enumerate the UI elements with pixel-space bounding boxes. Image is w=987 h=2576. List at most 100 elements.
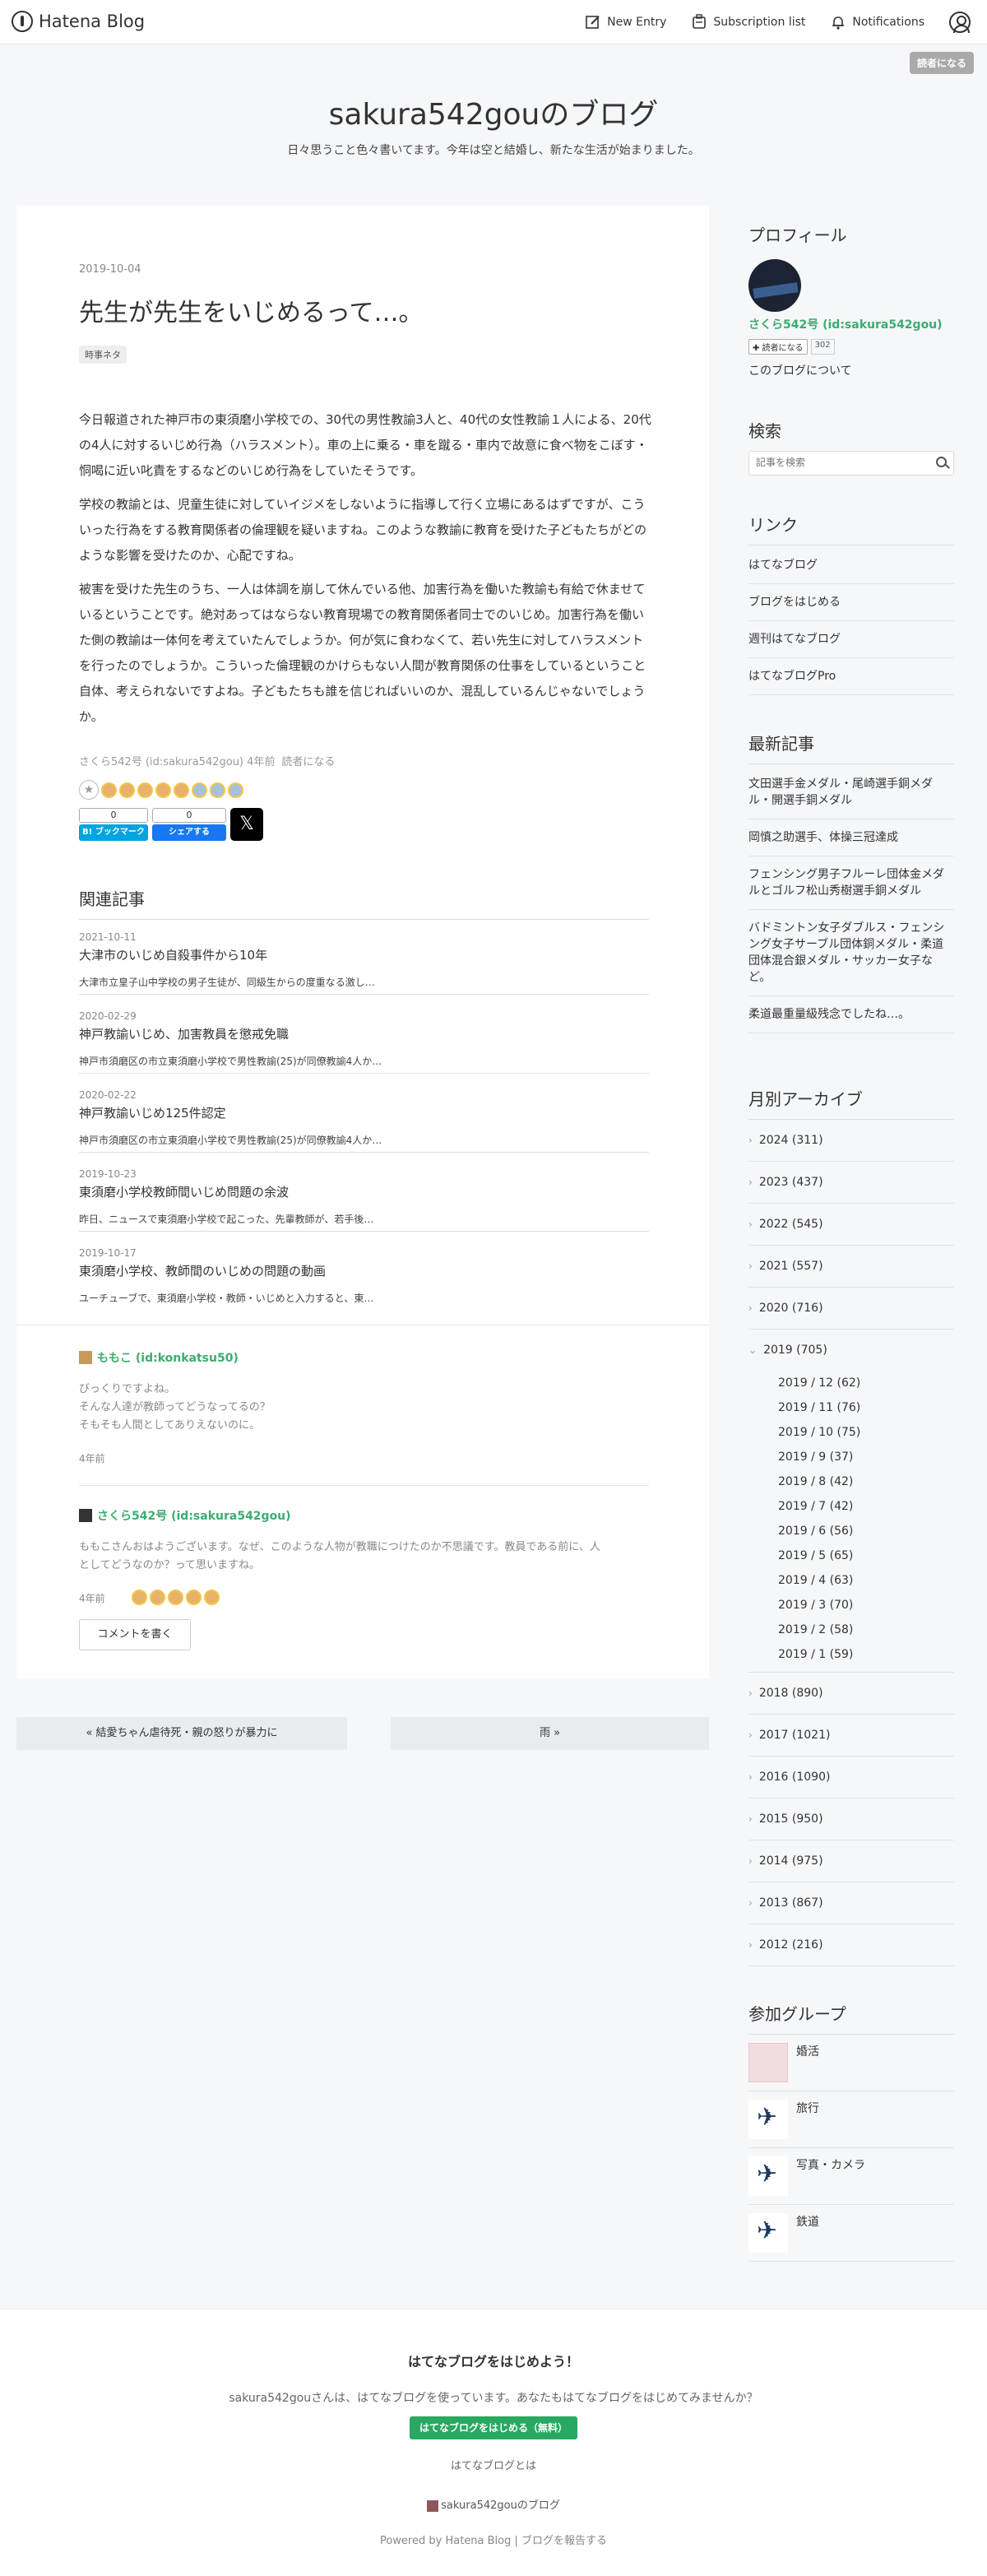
- notifications-link[interactable]: Notifications: [830, 14, 924, 30]
- archive-year[interactable]: › 2016 (1090): [748, 1757, 954, 1799]
- star-avatar[interactable]: [132, 1590, 147, 1605]
- archive-month[interactable]: 2019 / 6 (56): [778, 1525, 853, 1538]
- user-menu-icon[interactable]: [949, 12, 971, 33]
- archive-year[interactable]: › 2014 (975): [748, 1840, 954, 1882]
- new-entry-link[interactable]: New Entry: [585, 14, 666, 30]
- sidebar-link[interactable]: 週刊はてなブログ: [748, 621, 954, 658]
- archive-month[interactable]: 2019 / 4 (63): [778, 1574, 853, 1587]
- archive-year-open[interactable]: ⌄ 2019 (705): [748, 1330, 954, 1372]
- related-title[interactable]: 大津市のいじめ自殺事件から10年: [79, 946, 649, 963]
- archive-month[interactable]: 2019 / 11 (76): [778, 1401, 860, 1414]
- subscribe-button[interactable]: 読者になる: [909, 52, 974, 74]
- group-item[interactable]: 旅行: [748, 2091, 954, 2148]
- star-avatar[interactable]: [186, 1590, 202, 1605]
- comment-author-name[interactable]: ももこ (id:konkatsu50): [97, 1349, 239, 1366]
- archive-month[interactable]: 2019 / 12 (62): [778, 1376, 860, 1390]
- comment-author-name[interactable]: さくら542号 (id:sakura542gou): [97, 1507, 291, 1524]
- related-item[interactable]: 2020-02-29 神戸教諭いじめ、加害教員を懲戒免職 神戸市須磨区の市立東須…: [79, 1010, 649, 1068]
- archive-year-label: 2013 (867): [758, 1896, 823, 1910]
- subscribe-link[interactable]: 読者になる: [281, 753, 335, 768]
- recent-entry[interactable]: フェンシング男子フルーレ団体金メダルとゴルフ松山秀樹選手銅メダル: [748, 856, 954, 910]
- star-avatar[interactable]: [137, 782, 153, 798]
- search-icon[interactable]: [936, 457, 947, 467]
- archive-year[interactable]: › 2021 (557): [748, 1246, 954, 1288]
- recent-entry[interactable]: 柔道最重量級残念でしたね…。: [748, 996, 954, 1033]
- footer-blog-link[interactable]: sakura542gouのブログ: [0, 2496, 987, 2512]
- sidebar-link[interactable]: はてなブログ: [748, 547, 954, 584]
- sidebar-link[interactable]: はてなブログPro: [748, 658, 954, 695]
- star-avatar[interactable]: [150, 1590, 165, 1605]
- footer-blog-name[interactable]: sakura542gouのブログ: [441, 2499, 560, 2512]
- star-avatar[interactable]: [174, 782, 189, 798]
- search-input[interactable]: [749, 452, 922, 473]
- archive-year[interactable]: › 2022 (545): [748, 1204, 954, 1246]
- star-avatar[interactable]: [101, 782, 117, 798]
- related-item[interactable]: 2019-10-23 東須磨小学校教師間いじめ問題の余波 昨日、ニュースで東須磨…: [79, 1168, 649, 1226]
- archive-month[interactable]: 2019 / 8 (42): [778, 1475, 853, 1488]
- star-avatar[interactable]: [228, 782, 243, 798]
- archive-month[interactable]: 2019 / 5 (65): [778, 1549, 853, 1562]
- star-avatar[interactable]: [204, 1590, 220, 1605]
- article-body: 今日報道された神戸市の東須磨小学校での、30代の男性教諭3人と、40代の女性教諭…: [79, 407, 655, 738]
- bell-icon: [832, 16, 845, 30]
- category-tag[interactable]: 時事ネタ: [79, 346, 127, 364]
- star-avatar[interactable]: [155, 782, 171, 798]
- archive-year[interactable]: › 2017 (1021): [748, 1715, 954, 1757]
- related-title[interactable]: 神戸教諭いじめ、加害教員を懲戒免職: [79, 1025, 649, 1042]
- facebook-share-button[interactable]: シェアする: [152, 824, 226, 841]
- archive-month[interactable]: 2019 / 1 (59): [778, 1648, 853, 1661]
- write-comment-button[interactable]: コメントを書く: [79, 1619, 191, 1650]
- archive-year[interactable]: › 2012 (216): [748, 1924, 954, 1966]
- comment-time[interactable]: 4年前: [79, 1451, 655, 1465]
- about-blog-link[interactable]: このブログについて: [748, 362, 852, 378]
- hatena-blog-logo[interactable]: Hatena Blog: [12, 11, 145, 32]
- next-article-link[interactable]: 雨 »: [391, 1717, 709, 1750]
- sidebar-link[interactable]: ブログをはじめる: [748, 584, 954, 621]
- recent-entry[interactable]: 文田選手金メダル・尾崎選手銅メダル・開選手銅メダル: [748, 766, 954, 819]
- profile-subscribe-button[interactable]: ✚ 読者になる: [748, 339, 808, 355]
- related-item[interactable]: 2021-10-11 大津市のいじめ自殺事件から10年 大津市立皇子山中学校の男…: [79, 931, 649, 989]
- archive-year[interactable]: › 2024 (311): [748, 1120, 954, 1162]
- group-item[interactable]: 写真・カメラ: [748, 2148, 954, 2205]
- group-item[interactable]: 婚活: [748, 2035, 954, 2091]
- archive-year[interactable]: › 2018 (890): [748, 1673, 954, 1715]
- blog-title[interactable]: sakura542gouのブログ: [0, 91, 987, 133]
- comment-author[interactable]: さくら542号 (id:sakura542gou): [79, 1507, 655, 1524]
- bookmark-button[interactable]: B! ブックマーク: [79, 824, 148, 841]
- article-title[interactable]: 先生が先生をいじめるって…。: [79, 292, 424, 328]
- star-avatar[interactable]: [192, 782, 207, 798]
- archive-month[interactable]: 2019 / 2 (58): [778, 1623, 853, 1636]
- related-title[interactable]: 神戸教諭いじめ125件認定: [79, 1104, 649, 1121]
- archive-month[interactable]: 2019 / 7 (42): [778, 1500, 853, 1513]
- star-avatar[interactable]: [210, 782, 225, 798]
- subscription-list-link[interactable]: Subscription list: [691, 14, 805, 30]
- recent-entry[interactable]: 岡慎之助選手、体操三冠達成: [748, 819, 954, 856]
- recent-entry[interactable]: バドミントン女子ダブルス・フェンシング女子サーブル団体銅メダル・柔道団体混合銀メ…: [748, 910, 954, 996]
- archive-year[interactable]: › 2020 (716): [748, 1288, 954, 1330]
- x-share-button[interactable]: 𝕏: [230, 808, 263, 841]
- star-avatar[interactable]: [119, 782, 135, 798]
- add-star-icon[interactable]: ★: [79, 780, 99, 800]
- related-item[interactable]: 2019-10-17 東須磨小学校、教師間のいじめの問題の動画 ユーチューブで、…: [79, 1247, 649, 1305]
- archive-month[interactable]: 2019 / 9 (37): [778, 1450, 853, 1464]
- article-date[interactable]: 2019-10-04: [79, 263, 141, 276]
- comment-author[interactable]: ももこ (id:konkatsu50): [79, 1349, 655, 1366]
- related-item[interactable]: 2020-02-22 神戸教諭いじめ125件認定 神戸市須磨区の市立東須磨小学校…: [79, 1089, 649, 1147]
- archive-year[interactable]: › 2023 (437): [748, 1162, 954, 1204]
- archive-year[interactable]: › 2015 (950): [748, 1799, 954, 1840]
- archive-year[interactable]: › 2013 (867): [748, 1882, 954, 1924]
- archive-year-label: 2014 (975): [758, 1854, 823, 1868]
- profile-avatar[interactable]: [748, 259, 801, 312]
- star-avatar[interactable]: [168, 1590, 183, 1605]
- group-item[interactable]: 鉄道: [748, 2205, 954, 2262]
- about-hatena-link[interactable]: はてなブログとは: [0, 2457, 987, 2472]
- archive-month[interactable]: 2019 / 3 (70): [778, 1599, 853, 1612]
- prev-article-link[interactable]: « 結愛ちゃん虐待死・親の怒りが暴力に: [16, 1717, 347, 1750]
- author-line[interactable]: さくら542号 (id:sakura542gou) 4年前: [79, 753, 275, 768]
- powered-by[interactable]: Powered by Hatena Blog | ブログを報告する: [0, 2532, 987, 2547]
- related-title[interactable]: 東須磨小学校教師間いじめ問題の余波: [79, 1183, 649, 1200]
- profile-name[interactable]: さくら542号 (id:sakura542gou): [748, 316, 943, 332]
- related-title[interactable]: 東須磨小学校、教師間のいじめの問題の動画: [79, 1262, 649, 1279]
- start-blog-button[interactable]: はてなブログをはじめる（無料）: [410, 2416, 577, 2439]
- archive-month[interactable]: 2019 / 10 (75): [778, 1426, 860, 1439]
